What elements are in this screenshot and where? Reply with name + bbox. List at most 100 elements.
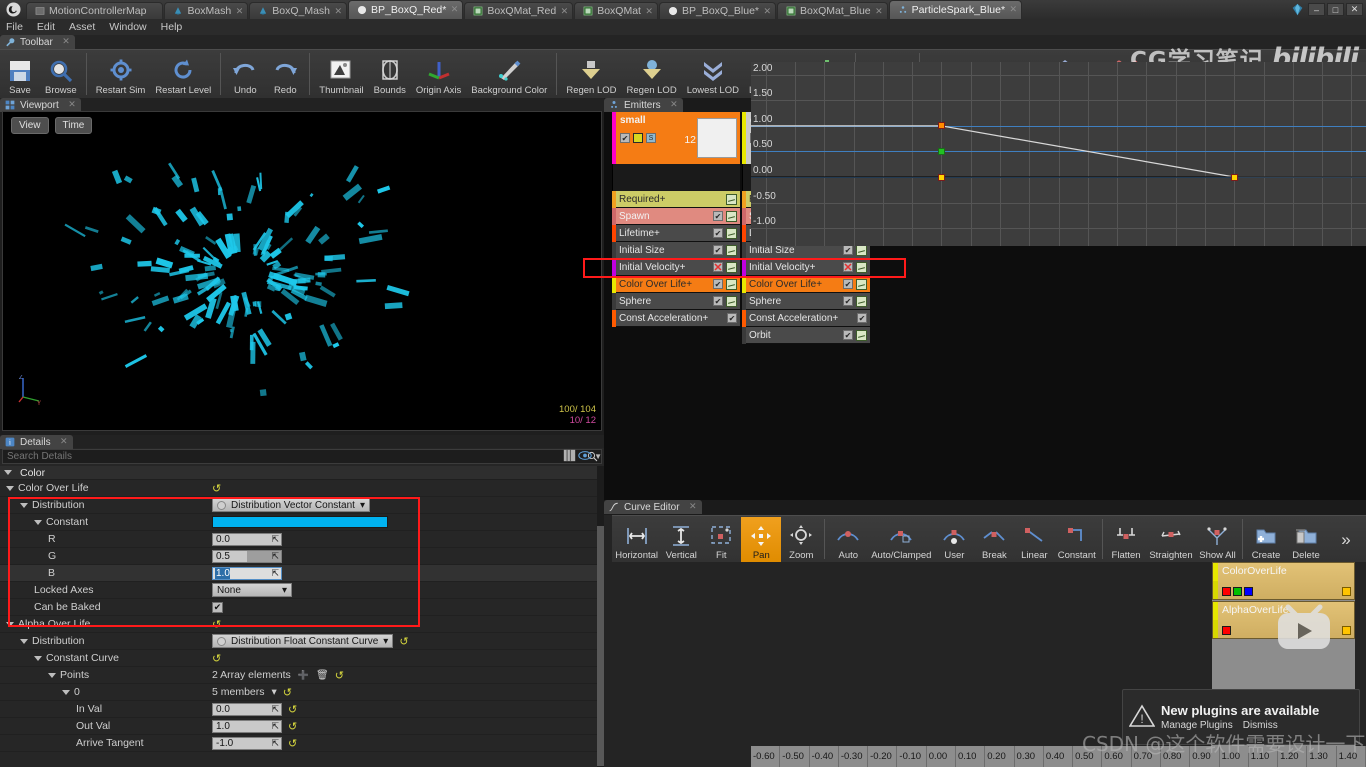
curve-key-point[interactable] xyxy=(937,122,945,130)
curve-tool-vertical[interactable]: Vertical xyxy=(661,517,701,562)
emitter-solo-icon[interactable] xyxy=(633,133,643,143)
property-value-cell[interactable]: Distribution Float Constant Curve ▾ ↺ xyxy=(210,634,604,648)
toolbar-button-thumbnail[interactable]: Thumbnail xyxy=(314,51,368,98)
window-controls[interactable]: – □ ✕ xyxy=(1308,0,1366,19)
details-row-in-val[interactable]: In Val 0.0 ⇱ ↺ xyxy=(0,701,604,718)
module-icons[interactable]: ✔ xyxy=(713,278,740,290)
close-icon[interactable]: ✕ xyxy=(875,6,883,17)
toolbar-button-undo[interactable]: Undo xyxy=(225,51,265,98)
document-tab-boxqmat[interactable]: BoxQMat ✕ xyxy=(574,2,658,19)
chevron-down-icon[interactable] xyxy=(62,689,70,695)
module-row-sphere[interactable]: Sphere ✔ xyxy=(742,292,870,310)
chevron-down-icon[interactable]: ▾ xyxy=(383,636,388,647)
menu-item-window[interactable]: Window xyxy=(109,21,146,33)
module-enabled-checkbox[interactable]: ✔ xyxy=(713,296,723,306)
details-row-0[interactable]: 0 5 members ▾ ↺ xyxy=(0,684,604,701)
close-icon[interactable]: ✕ xyxy=(645,6,653,17)
close-icon[interactable]: ✕ xyxy=(236,6,244,17)
emitters-panel-tab[interactable]: Emitters ✕ xyxy=(604,98,683,112)
module-icons[interactable]: ✔ xyxy=(843,278,870,290)
members-control[interactable]: 5 members ▾ xyxy=(212,686,277,698)
module-enabled-checkbox[interactable]: ✔ xyxy=(843,330,853,340)
numeric-input[interactable]: 0.5 ⇱ xyxy=(212,549,282,563)
revert-icon[interactable]: ↺ xyxy=(399,635,408,648)
revert-icon[interactable]: ↺ xyxy=(288,737,297,750)
revert-icon[interactable]: ↺ xyxy=(212,482,221,495)
close-icon[interactable]: ✕ xyxy=(763,6,771,17)
channel-swatch[interactable] xyxy=(1244,587,1253,596)
chevron-down-icon[interactable] xyxy=(20,638,28,644)
curve-tool-zoom[interactable]: Zoom xyxy=(781,517,821,562)
document-tab-particlespark-blue-[interactable]: ParticleSpark_Blue* ✕ xyxy=(888,0,1023,19)
details-row-constant-curve[interactable]: Constant Curve ↺ xyxy=(0,650,604,667)
module-icons[interactable]: ✔ xyxy=(713,244,740,256)
emitter-detail-mode-icon[interactable]: S xyxy=(646,133,656,143)
emitter-enabled-checkbox[interactable]: ✔ xyxy=(620,133,630,143)
module-enabled-checkbox[interactable]: ✔ xyxy=(857,313,867,323)
module-curve-toggle-icon[interactable] xyxy=(856,244,867,256)
details-panel-tab[interactable]: i Details ✕ xyxy=(0,435,73,449)
revert-icon[interactable]: ↺ xyxy=(212,652,221,665)
toolbar-button-browse[interactable]: Browse xyxy=(40,51,82,98)
property-value-cell[interactable]: 2 Array elements ➕ 🗑 ↺ xyxy=(210,669,604,682)
module-icons[interactable]: ✔ xyxy=(727,313,740,323)
toolbar-button-restart-level[interactable]: Restart Level xyxy=(150,51,216,98)
revert-icon[interactable]: ↺ xyxy=(212,618,221,631)
module-row-const-acceleration-[interactable]: Const Acceleration+ ✔ xyxy=(612,309,740,327)
close-icon[interactable]: ✕ xyxy=(334,6,342,17)
details-search-bar[interactable] xyxy=(2,449,602,464)
chevron-down-icon[interactable]: ▼ xyxy=(594,452,602,461)
document-tab-bp-boxq-red-[interactable]: BP_BoxQ_Red* ✕ xyxy=(348,0,464,19)
details-view-options[interactable]: ▼ xyxy=(563,449,602,464)
emitter-header[interactable]: small ✔ S 12 xyxy=(612,112,740,164)
menu-item-help[interactable]: Help xyxy=(161,21,183,33)
curve-editor-toolbar[interactable]: Horizontal Vertical Fit Pan Zoom Auto Auto/Cla… xyxy=(612,515,1366,562)
module-row-orbit[interactable]: Orbit ✔ xyxy=(742,326,870,344)
track-channel-swatches[interactable] xyxy=(1222,587,1253,596)
curve-key-point[interactable] xyxy=(937,147,945,155)
search-input[interactable] xyxy=(3,451,583,462)
module-curve-toggle-icon[interactable] xyxy=(856,329,867,341)
chevron-down-icon[interactable]: ▾ xyxy=(272,686,277,698)
module-row-color-over-life-[interactable]: Color Over Life+ ✔ xyxy=(612,275,740,293)
drag-handle-icon[interactable]: ⇱ xyxy=(271,721,279,732)
track-channel-swatches[interactable] xyxy=(1222,626,1231,635)
maximize-button[interactable]: □ xyxy=(1327,3,1344,16)
drag-handle-icon[interactable]: ⇱ xyxy=(271,738,279,749)
emitter-thumbnail[interactable] xyxy=(697,118,737,158)
distribution-dropdown[interactable]: Distribution Float Constant Curve ▾ xyxy=(212,634,394,648)
curve-tool-horizontal[interactable]: Horizontal xyxy=(612,517,661,562)
module-icons[interactable] xyxy=(726,193,740,205)
module-disabled-icon[interactable]: ✕ xyxy=(713,262,723,274)
document-tab-boxqmat-red[interactable]: BoxQMat_Red ✕ xyxy=(464,2,574,19)
module-curve-toggle-icon[interactable] xyxy=(726,193,737,205)
distribution-dropdown[interactable]: Distribution Vector Constant ▾ xyxy=(212,498,370,512)
toolbar-button-lowest-lod[interactable]: Lowest LOD xyxy=(682,51,744,98)
details-row-alpha-over-life[interactable]: Alpha Over Life ↺ xyxy=(0,616,604,633)
module-row-const-acceleration-[interactable]: Const Acceleration+ ✔ xyxy=(742,309,870,327)
module-curve-toggle-icon[interactable] xyxy=(856,261,867,273)
minimize-button[interactable]: – xyxy=(1308,3,1325,16)
module-enabled-checkbox[interactable]: ✔ xyxy=(713,279,723,289)
chevron-down-icon[interactable]: ▾ xyxy=(282,585,287,596)
drag-handle-icon[interactable]: ⇱ xyxy=(271,551,279,562)
document-tab-strip[interactable]: MotionControllerMap BoxMash ✕ BoxQ_Mash ✕ BP_… xyxy=(26,0,1286,19)
property-value-cell[interactable]: ↺ xyxy=(210,652,604,665)
emitter-column-small[interactable]: small ✔ S 12 Required+ Spawn ✔ Lifetime+ ✔ Initia… xyxy=(612,112,740,344)
details-row-locked-axes[interactable]: Locked Axes None ▾ xyxy=(0,582,604,599)
property-value-cell[interactable]: 0.5 ⇱ xyxy=(210,549,604,563)
property-value-cell[interactable]: -1.0 ⇱ ↺ xyxy=(210,736,604,750)
document-tab-boxmash[interactable]: BoxMash ✕ xyxy=(164,2,249,19)
details-row-can-be-baked[interactable]: Can be Baked ✔ xyxy=(0,599,604,616)
close-icon[interactable]: ✕ xyxy=(62,36,70,47)
document-tab-bp-boxq-blue-[interactable]: BP_BoxQ_Blue* ✕ xyxy=(658,2,777,19)
toolbar-panel-tab[interactable]: Toolbar ✕ xyxy=(0,35,75,49)
property-value-cell[interactable]: None ▾ xyxy=(210,583,604,597)
scrollbar-thumb[interactable] xyxy=(597,526,604,766)
curve-tool-flatten[interactable]: Flatten xyxy=(1106,517,1146,562)
details-row-distribution[interactable]: Distribution Distribution Float Constant … xyxy=(0,633,604,650)
curve-editor-panel-tab[interactable]: Curve Editor ✕ xyxy=(604,500,702,514)
track-visibility-toggle[interactable] xyxy=(1342,626,1351,635)
details-row-color-over-life[interactable]: Color Over Life ↺ xyxy=(0,480,604,497)
details-row-b[interactable]: B 1.0 ⇱ xyxy=(0,565,604,582)
